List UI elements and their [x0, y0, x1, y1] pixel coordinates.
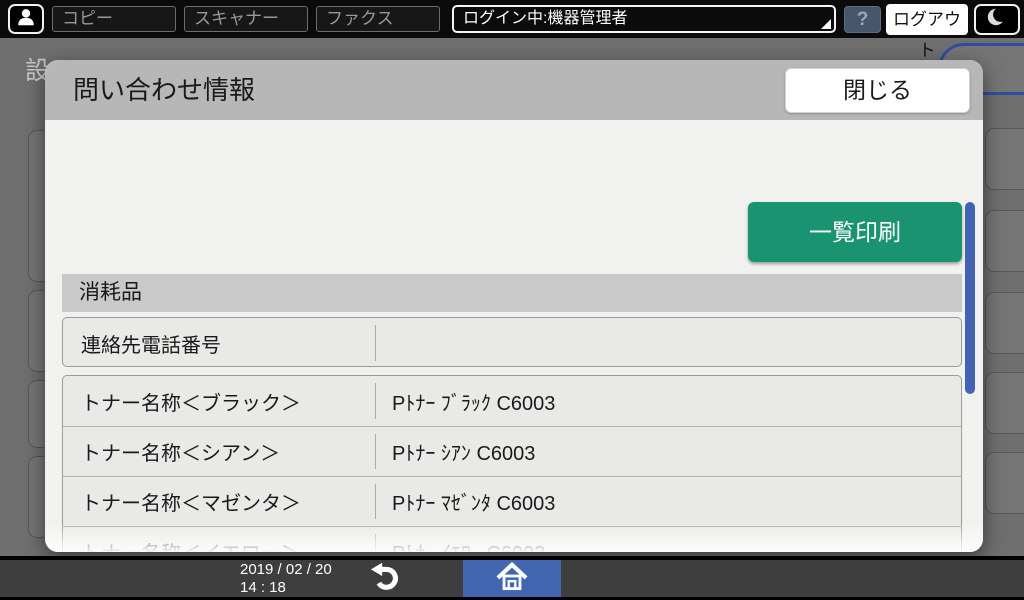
- background-list-item: [985, 128, 1024, 190]
- dialog-body: 一覧印刷 消耗品 連絡先電話番号 トナー名称＜ブラック＞ Pﾄﾅｰ ﾌﾞﾗｯｸ …: [45, 120, 983, 552]
- background-list-item: [985, 292, 1024, 354]
- contact-phone-row: 連絡先電話番号: [62, 317, 962, 367]
- toner-table: トナー名称＜ブラック＞ Pﾄﾅｰ ﾌﾞﾗｯｸ C6003 トナー名称＜シアン＞ …: [62, 375, 962, 552]
- login-status-dropdown[interactable]: ログイン中:機器管理者: [452, 5, 836, 33]
- toner-yellow-value: Pﾄﾅｰ ｲｴﾛｰ C6003: [375, 527, 961, 552]
- background-list-item: [985, 452, 1024, 514]
- toner-black-label: トナー名称＜ブラック＞: [81, 392, 301, 415]
- close-button[interactable]: 閉じる: [785, 68, 970, 113]
- user-account-button[interactable]: [8, 4, 44, 34]
- time-label: 14 : 18: [240, 579, 286, 596]
- date-label: 2019 / 02 / 20: [240, 561, 332, 578]
- toner-magenta-value: Pﾄﾅｰ ﾏｾﾞﾝﾀ C6003: [375, 477, 961, 526]
- toner-black-value: Pﾄﾅｰ ﾌﾞﾗｯｸ C6003: [375, 376, 961, 426]
- dropdown-caret-icon: [821, 19, 831, 29]
- toner-cyan-value: Pﾄﾅｰ ｼｱﾝ C6003: [375, 427, 961, 476]
- tab-fax[interactable]: ファクス: [316, 6, 440, 32]
- home-icon: [494, 561, 530, 596]
- back-arrow-icon: [369, 560, 401, 597]
- toner-cyan-label: トナー名称＜シアン＞: [81, 443, 281, 465]
- section-header-consumables: 消耗品: [62, 274, 962, 312]
- moon-icon: [985, 5, 1009, 34]
- contact-phone-value: [375, 318, 961, 366]
- inquiry-info-dialog: 問い合わせ情報 閉じる 一覧印刷 消耗品 連絡先電話番号 トナー名称＜ブラック＞…: [45, 60, 983, 552]
- table-row-toner-black: トナー名称＜ブラック＞ Pﾄﾅｰ ﾌﾞﾗｯｸ C6003: [63, 376, 961, 426]
- table-row-toner-yellow: トナー名称＜イエロー＞ Pﾄﾅｰ ｲｴﾛｰ C6003: [63, 526, 961, 552]
- logout-button[interactable]: ログアウト: [886, 4, 968, 60]
- user-icon: [15, 6, 37, 33]
- table-row-toner-magenta: トナー名称＜マゼンタ＞ Pﾄﾅｰ ﾏｾﾞﾝﾀ C6003: [63, 476, 961, 526]
- background-list-item: [985, 210, 1024, 272]
- login-status-label: ログイン中:機器管理者: [463, 10, 628, 27]
- tab-scanner[interactable]: スキャナー: [184, 6, 308, 32]
- energy-saver-button[interactable]: [974, 4, 1020, 35]
- dialog-title: 問い合わせ情報: [73, 75, 256, 105]
- back-button[interactable]: [352, 560, 418, 597]
- home-button[interactable]: [463, 560, 561, 597]
- top-bar: コピー スキャナー ファクス ログイン中:機器管理者 ? ログアウト: [0, 0, 1024, 60]
- toner-yellow-label: トナー名称＜イエロー＞: [63, 527, 375, 552]
- date-time-display: 2019 / 02 / 20 14 : 18: [240, 561, 332, 597]
- contact-phone-label: 連絡先電話番号: [81, 334, 221, 357]
- scrollbar-thumb[interactable]: [965, 202, 975, 394]
- print-list-button[interactable]: 一覧印刷: [748, 202, 962, 262]
- background-list-item: [985, 372, 1024, 434]
- toner-magenta-label: トナー名称＜マゼンタ＞: [81, 493, 301, 515]
- dialog-title-bar: 問い合わせ情報 閉じる: [45, 60, 983, 120]
- tab-copy[interactable]: コピー: [52, 6, 176, 32]
- help-button[interactable]: ?: [844, 6, 881, 33]
- bottom-bar: 2019 / 02 / 20 14 : 18: [0, 560, 1024, 597]
- table-row-toner-cyan: トナー名称＜シアン＞ Pﾄﾅｰ ｼｱﾝ C6003: [63, 426, 961, 476]
